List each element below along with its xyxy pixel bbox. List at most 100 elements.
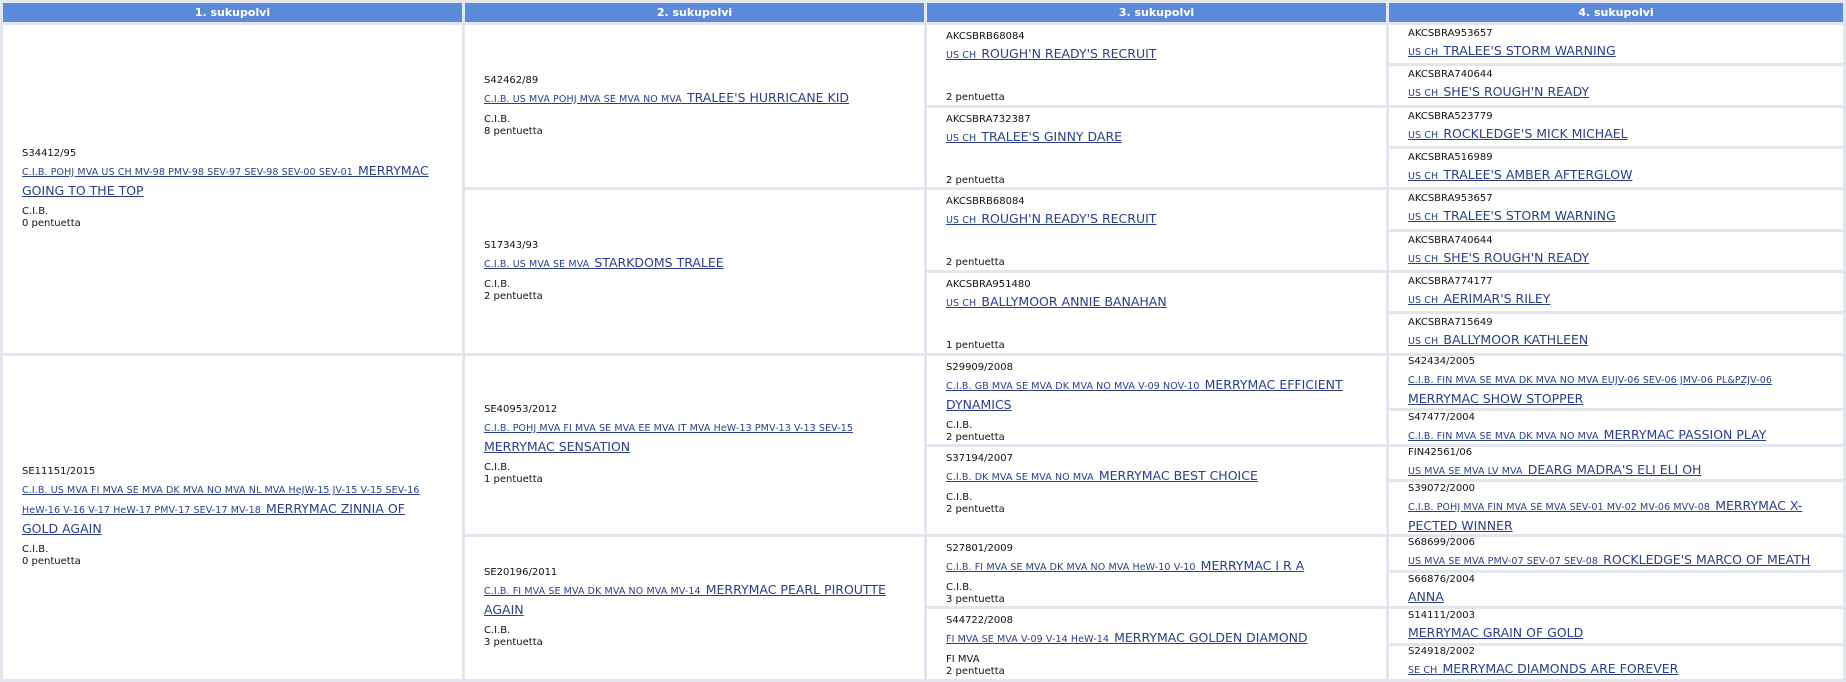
ancestor-gen4: S47477/2004 C.I.B. FIN MVA SE MVA DK MVA … [1389, 411, 1843, 445]
header-gen-3: 3. sukupolvi [927, 3, 1386, 22]
dog-name-link[interactable]: US CH ROCKLEDGE'S MICK MICHAEL [1408, 123, 1628, 142]
registration-number: AKCSBRB68084 [946, 31, 1025, 42]
ancestor-gen4: S68699/2006 US MVA SE MVA PMV-07 SEV-07 S… [1389, 536, 1843, 571]
ancestor-gen3: S44722/2008 FI MVA SE MVA V-09 V-14 HeW-1… [927, 609, 1386, 679]
litter-count: 2 pentuetta [946, 431, 1005, 443]
litter-count: 1 pentuetta [484, 473, 543, 485]
dog-grade: FI MVA [946, 654, 980, 666]
ancestor-gen4: FIN42561/06 US MVA SE MVA LV MVA DEARG MA… [1389, 447, 1843, 480]
dog-name-link[interactable]: US CH TRALEE'S STORM WARNING [1408, 40, 1616, 59]
dog-name: STARKDOMS TRALEE [594, 254, 724, 270]
registration-number: SE20196/2011 [484, 566, 558, 578]
dog-name-link[interactable]: MERRYMAC GRAIN OF GOLD [1408, 622, 1583, 641]
dog-name: TRALEE'S GINNY DARE [981, 128, 1123, 144]
registration-number: S34412/95 [22, 147, 77, 159]
registration-number: SE40953/2012 [484, 403, 558, 415]
ancestor-gen3: S29909/2008 C.I.B. GB MVA SE MVA DK MVA N… [927, 355, 1386, 445]
dog-name: ROCKLEDGE'S MARCO OF MEATH [1603, 552, 1811, 568]
dog-name-link[interactable]: US CH BALLYMOOR KATHLEEN [1408, 329, 1588, 348]
dog-name-link[interactable]: C.I.B. US MVA POHJ MVA SE MVA NO MVA TRA… [484, 87, 849, 106]
litter-count: 1 pentuetta [946, 339, 1005, 351]
ancestor-gen4: AKCSBRA774177 US CH AERIMAR'S RILEY [1389, 272, 1843, 312]
dog-grade: C.I.B. [22, 205, 49, 217]
dog-name-link[interactable]: C.I.B. POHJ MVA US CH MV-98 PMV-98 SEV-9… [22, 160, 429, 199]
dog-name-link[interactable]: US CH TRALEE'S GINNY DARE [946, 126, 1122, 145]
ancestor-gen2: SE20196/2011 C.I.B. FI MVA SE MVA DK MVA … [465, 536, 924, 679]
titles-text: US CH [946, 215, 977, 227]
dog-name: TRALEE'S AMBER AFTERGLOW [1443, 167, 1633, 183]
ancestor-gen2: S42462/89 C.I.B. US MVA POHJ MVA SE MVA N… [465, 25, 924, 188]
dog-name: TRALEE'S STORM WARNING [1443, 43, 1616, 59]
dog-info: 2 pentuetta [946, 92, 1367, 104]
registration-number: AKCSBRA740644 [1408, 69, 1493, 81]
dog-name-link[interactable]: C.I.B. US MVA SE MVA STARKDOMS TRALEE [484, 252, 724, 271]
dog-info: C.I.B. 0 pentuetta [22, 206, 443, 230]
dog-name-link[interactable]: C.I.B. POHJ MVA FIN MVA SE MVA SEV-01 MV… [1408, 495, 1802, 534]
dog-name-link[interactable]: US CH TRALEE'S AMBER AFTERGLOW [1408, 164, 1632, 183]
titles-text: C.I.B. FI MVA SE MVA DK MVA NO MVA HeW-1… [946, 561, 1196, 573]
dog-name-link[interactable]: C.I.B. US MVA FI MVA SE MVA DK MVA NO MV… [22, 478, 420, 537]
ancestor-gen3: AKCSBRB68084 US CH ROUGH'N READY'S RECRUI… [927, 190, 1386, 270]
dog-name-link[interactable]: ANNA [1408, 586, 1444, 605]
pedigree-table: 1. sukupolvi 2. sukupolvi 3. sukupolvi 4… [0, 0, 1846, 682]
ancestor-gen1: SE11151/2015 C.I.B. US MVA FI MVA SE MVA … [3, 355, 462, 679]
dog-name: MERRYMAC BEST CHOICE [1098, 468, 1258, 484]
titles-text: C.I.B. FIN MVA SE MVA DK MVA NO MVA [1408, 430, 1599, 442]
dog-name-link[interactable]: US CH SHE'S ROUGH'N READY [1408, 81, 1589, 100]
registration-number: AKCSBRA951480 [946, 278, 1031, 290]
dog-name: MERRYMAC SHOW STOPPER [1408, 391, 1584, 407]
ancestor-gen2: SE40953/2012 C.I.B. POHJ MVA FI MVA SE MV… [465, 355, 924, 534]
registration-number: S14111/2003 [1408, 610, 1475, 622]
dog-name-link[interactable]: US CH ROUGH'N READY'S RECRUIT [946, 208, 1156, 227]
dog-name-link[interactable]: C.I.B. FIN MVA SE MVA DK MVA NO MVA MERR… [1408, 424, 1766, 443]
dog-info: 2 pentuetta [946, 175, 1367, 187]
litter-count: 2 pentuetta [946, 257, 1005, 269]
registration-number: S27801/2009 [946, 542, 1013, 554]
dog-name-link[interactable]: FI MVA SE MVA V-09 V-14 HeW-14 MERRYMAC … [946, 627, 1308, 646]
dog-name-link[interactable]: US CH BALLYMOOR ANNIE BANAHAN [946, 291, 1167, 310]
dog-name-link[interactable]: US MVA SE MVA PMV-07 SEV-07 SEV-08 ROCKL… [1408, 549, 1810, 568]
titles-text: C.I.B. GB MVA SE MVA DK MVA NO MVA V-09 … [946, 380, 1200, 392]
dog-name-link[interactable]: US CH ROUGH'N READY'S RECRUIT [946, 43, 1156, 62]
ancestor-gen3: AKCSBRA732387 US CH TRALEE'S GINNY DARE 2 … [927, 107, 1386, 188]
registration-number: S37194/2007 [946, 453, 1013, 465]
registration-number: S29909/2008 [946, 361, 1013, 373]
litter-count: 0 pentuetta [22, 556, 81, 568]
litter-count: 8 pentuetta [484, 125, 543, 137]
dog-name-link[interactable]: US CH SHE'S ROUGH'N READY [1408, 247, 1589, 266]
dog-name-link[interactable]: US CH AERIMAR'S RILEY [1408, 288, 1550, 307]
ancestor-gen3: AKCSBRB68084 US CH ROUGH'N READY'S RECRUI… [927, 25, 1386, 105]
ancestor-gen4: AKCSBRA715649 US CH BALLYMOOR KATHLEEN [1389, 314, 1843, 353]
dog-name-link[interactable]: C.I.B. FIN MVA SE MVA DK MVA NO MVA EUJV… [1408, 368, 1772, 407]
dog-grade: C.I.B. [946, 419, 973, 431]
dog-name-link[interactable]: US MVA SE MVA LV MVA DEARG MADRA'S ELI E… [1408, 459, 1701, 478]
titles-text: C.I.B. US MVA POHJ MVA SE MVA NO MVA [484, 93, 682, 105]
dog-name: BALLYMOOR ANNIE BANAHAN [981, 293, 1167, 309]
dog-name: ROUGH'N READY'S RECRUIT [981, 46, 1157, 61]
ancestor-gen2: S17343/93 C.I.B. US MVA SE MVA STARKDOMS … [465, 190, 924, 353]
registration-number: AKCSBRA953657 [1408, 28, 1493, 40]
dog-name-link[interactable]: US CH TRALEE'S STORM WARNING [1408, 205, 1616, 224]
dog-name-link[interactable]: C.I.B. DK MVA SE MVA NO MVA MERRYMAC BES… [946, 465, 1258, 484]
dog-name: TRALEE'S HURRICANE KID [686, 89, 850, 105]
registration-number: S47477/2004 [1408, 411, 1475, 423]
dog-name-link[interactable]: C.I.B. POHJ MVA FI MVA SE MVA EE MVA IT … [484, 416, 853, 455]
titles-text: US MVA SE MVA LV MVA [1408, 466, 1523, 478]
dog-name-link[interactable]: SE CH MERRYMAC DIAMONDS ARE FOREVER [1408, 658, 1678, 677]
dog-name: ROUGH'N READY'S RECRUIT [981, 211, 1157, 227]
titles-text: SE CH [1408, 665, 1438, 677]
registration-number: AKCSBRB68084 [946, 196, 1025, 208]
registration-number: AKCSBRA774177 [1408, 276, 1493, 288]
dog-name-link[interactable]: C.I.B. GB MVA SE MVA DK MVA NO MVA V-09 … [946, 374, 1343, 413]
dog-info: 1 pentuetta [946, 340, 1367, 352]
titles-text: US CH [1408, 47, 1439, 59]
dog-name-link[interactable]: C.I.B. FI MVA SE MVA DK MVA NO MVA MV-14… [484, 579, 886, 618]
dog-info: C.I.B. 2 pentuetta [946, 420, 1367, 444]
ancestor-gen1: S34412/95 C.I.B. POHJ MVA US CH MV-98 PMV… [3, 25, 462, 353]
registration-number: S24918/2002 [1408, 646, 1475, 658]
registration-number: SE11151/2015 [22, 466, 96, 478]
dog-grade: C.I.B. [484, 461, 511, 473]
dog-name: MERRYMAC GRAIN OF GOLD [1408, 625, 1584, 641]
registration-number: S42462/89 [484, 74, 539, 86]
dog-name-link[interactable]: C.I.B. FI MVA SE MVA DK MVA NO MVA HeW-1… [946, 555, 1304, 574]
